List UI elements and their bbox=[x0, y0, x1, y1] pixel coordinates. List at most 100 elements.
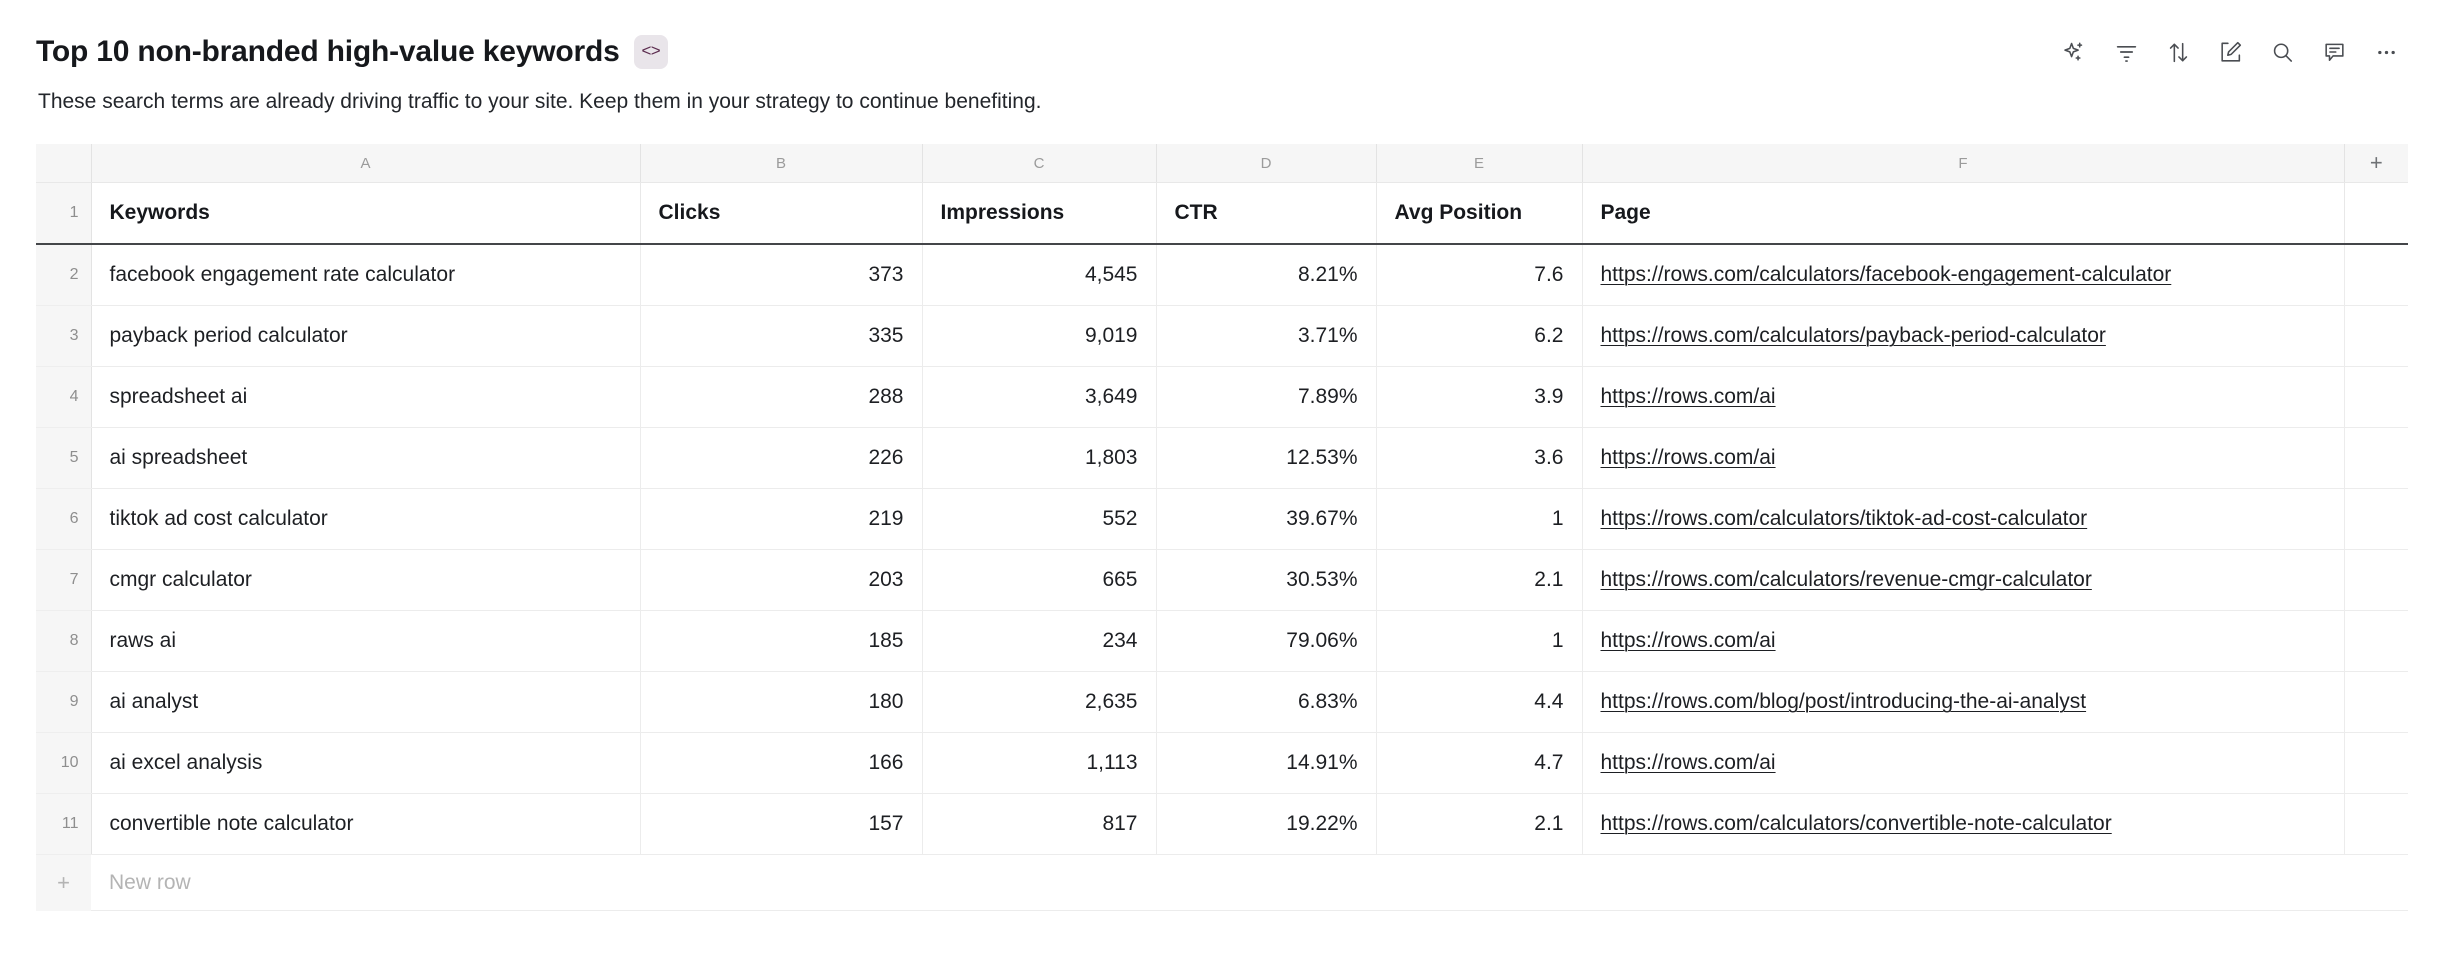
cell-page[interactable]: https://rows.com/ai bbox=[1582, 732, 2345, 795]
column-letter-d[interactable]: D bbox=[1156, 144, 1377, 184]
search-icon[interactable] bbox=[2262, 32, 2302, 72]
cell-keywords[interactable]: facebook engagement rate calculator bbox=[91, 244, 641, 307]
cell-avg-position[interactable]: 4.4 bbox=[1376, 671, 1583, 734]
cell-keywords[interactable]: raws ai bbox=[91, 610, 641, 673]
page-link[interactable]: https://rows.com/calculators/payback-per… bbox=[1601, 324, 2106, 347]
cell-ctr[interactable]: 30.53% bbox=[1156, 549, 1377, 612]
cell-keywords[interactable]: ai spreadsheet bbox=[91, 427, 641, 490]
cell-impressions[interactable]: 552 bbox=[922, 488, 1157, 551]
cell-page[interactable]: https://rows.com/calculators/revenue-cmg… bbox=[1582, 549, 2345, 612]
cell-clicks[interactable]: 373 bbox=[640, 244, 923, 307]
cell-empty[interactable] bbox=[2344, 732, 2408, 795]
page-link[interactable]: https://rows.com/calculators/revenue-cmg… bbox=[1601, 568, 2092, 591]
header-cell-keywords[interactable]: Keywords bbox=[91, 182, 641, 246]
cell-avg-position[interactable]: 6.2 bbox=[1376, 305, 1583, 368]
cell-clicks[interactable]: 288 bbox=[640, 366, 923, 429]
header-cell-page[interactable]: Page bbox=[1582, 182, 2345, 246]
cell-page[interactable]: https://rows.com/ai bbox=[1582, 610, 2345, 673]
row-number[interactable]: 6 bbox=[36, 488, 92, 551]
cell-clicks[interactable]: 226 bbox=[640, 427, 923, 490]
row-number[interactable]: 5 bbox=[36, 427, 92, 490]
add-column-button[interactable]: + bbox=[2344, 144, 2408, 184]
header-cell-ctr[interactable]: CTR bbox=[1156, 182, 1377, 246]
cell-impressions[interactable]: 665 bbox=[922, 549, 1157, 612]
cell-ctr[interactable]: 7.89% bbox=[1156, 366, 1377, 429]
ai-sparkle-icon[interactable] bbox=[2054, 32, 2094, 72]
cell-page[interactable]: https://rows.com/calculators/convertible… bbox=[1582, 793, 2345, 856]
cell-avg-position[interactable]: 7.6 bbox=[1376, 244, 1583, 307]
cell-clicks[interactable]: 335 bbox=[640, 305, 923, 368]
cell-page[interactable]: https://rows.com/blog/post/introducing-t… bbox=[1582, 671, 2345, 734]
cell-clicks[interactable]: 166 bbox=[640, 732, 923, 795]
cell-avg-position[interactable]: 1 bbox=[1376, 488, 1583, 551]
header-cell-avg-position[interactable]: Avg Position bbox=[1376, 182, 1583, 246]
column-letter-f[interactable]: F bbox=[1582, 144, 2345, 184]
cell-empty[interactable] bbox=[2344, 427, 2408, 490]
row-number[interactable]: 10 bbox=[36, 732, 92, 795]
page-link[interactable]: https://rows.com/calculators/convertible… bbox=[1601, 812, 2112, 835]
cell-page[interactable]: https://rows.com/calculators/tiktok-ad-c… bbox=[1582, 488, 2345, 551]
cell-impressions[interactable]: 2,635 bbox=[922, 671, 1157, 734]
cell-page[interactable]: https://rows.com/calculators/payback-per… bbox=[1582, 305, 2345, 368]
cell-impressions[interactable]: 817 bbox=[922, 793, 1157, 856]
cell-keywords[interactable]: cmgr calculator bbox=[91, 549, 641, 612]
cell-impressions[interactable]: 1,803 bbox=[922, 427, 1157, 490]
cell-clicks[interactable]: 219 bbox=[640, 488, 923, 551]
cell-empty[interactable] bbox=[2344, 305, 2408, 368]
edit-icon[interactable] bbox=[2210, 32, 2250, 72]
cell-ctr[interactable]: 6.83% bbox=[1156, 671, 1377, 734]
cell-ctr[interactable]: 8.21% bbox=[1156, 244, 1377, 307]
column-letter-a[interactable]: A bbox=[91, 144, 641, 184]
cell-empty[interactable] bbox=[2344, 488, 2408, 551]
cell-page[interactable]: https://rows.com/ai bbox=[1582, 366, 2345, 429]
column-letter-c[interactable]: C bbox=[922, 144, 1157, 184]
new-row-button[interactable]: + New row bbox=[36, 854, 2408, 912]
cell-keywords[interactable]: ai excel analysis bbox=[91, 732, 641, 795]
row-number[interactable]: 4 bbox=[36, 366, 92, 429]
filter-icon[interactable] bbox=[2106, 32, 2146, 72]
row-number[interactable]: 7 bbox=[36, 549, 92, 612]
cell-impressions[interactable]: 4,545 bbox=[922, 244, 1157, 307]
page-link[interactable]: https://rows.com/ai bbox=[1601, 446, 1776, 469]
cell-ctr[interactable]: 79.06% bbox=[1156, 610, 1377, 673]
row-number[interactable]: 3 bbox=[36, 305, 92, 368]
cell-avg-position[interactable]: 3.9 bbox=[1376, 366, 1583, 429]
row-number[interactable]: 1 bbox=[36, 182, 92, 246]
cell-impressions[interactable]: 3,649 bbox=[922, 366, 1157, 429]
cell-avg-position[interactable]: 2.1 bbox=[1376, 793, 1583, 856]
cell-avg-position[interactable]: 4.7 bbox=[1376, 732, 1583, 795]
page-link[interactable]: https://rows.com/calculators/facebook-en… bbox=[1601, 263, 2172, 286]
page-link[interactable]: https://rows.com/blog/post/introducing-t… bbox=[1601, 690, 2087, 713]
cell-keywords[interactable]: ai analyst bbox=[91, 671, 641, 734]
cell-clicks[interactable]: 180 bbox=[640, 671, 923, 734]
row-number[interactable]: 2 bbox=[36, 244, 92, 307]
header-cell-impressions[interactable]: Impressions bbox=[922, 182, 1157, 246]
comment-icon[interactable] bbox=[2314, 32, 2354, 72]
row-number[interactable]: 8 bbox=[36, 610, 92, 673]
cell-impressions[interactable]: 1,113 bbox=[922, 732, 1157, 795]
cell-empty[interactable] bbox=[2344, 549, 2408, 612]
cell-ctr[interactable]: 39.67% bbox=[1156, 488, 1377, 551]
cell-keywords[interactable]: spreadsheet ai bbox=[91, 366, 641, 429]
row-number[interactable]: 9 bbox=[36, 671, 92, 734]
page-link[interactable]: https://rows.com/calculators/tiktok-ad-c… bbox=[1601, 507, 2088, 530]
cell-keywords[interactable]: payback period calculator bbox=[91, 305, 641, 368]
code-badge-icon[interactable]: <> bbox=[633, 35, 668, 69]
cell-ctr[interactable]: 3.71% bbox=[1156, 305, 1377, 368]
cell-clicks[interactable]: 157 bbox=[640, 793, 923, 856]
cell-clicks[interactable]: 203 bbox=[640, 549, 923, 612]
header-cell-clicks[interactable]: Clicks bbox=[640, 182, 923, 246]
cell-avg-position[interactable]: 3.6 bbox=[1376, 427, 1583, 490]
column-letter-e[interactable]: E bbox=[1376, 144, 1583, 184]
page-link[interactable]: https://rows.com/ai bbox=[1601, 385, 1776, 408]
cell-impressions[interactable]: 9,019 bbox=[922, 305, 1157, 368]
cell-page[interactable]: https://rows.com/calculators/facebook-en… bbox=[1582, 244, 2345, 307]
cell-ctr[interactable]: 19.22% bbox=[1156, 793, 1377, 856]
cell-keywords[interactable]: convertible note calculator bbox=[91, 793, 641, 856]
page-link[interactable]: https://rows.com/ai bbox=[1601, 751, 1776, 774]
row-number[interactable]: 11 bbox=[36, 793, 92, 856]
column-letter-b[interactable]: B bbox=[640, 144, 923, 184]
cell-empty[interactable] bbox=[2344, 244, 2408, 307]
cell-empty[interactable] bbox=[2344, 610, 2408, 673]
cell-empty[interactable] bbox=[2344, 793, 2408, 856]
